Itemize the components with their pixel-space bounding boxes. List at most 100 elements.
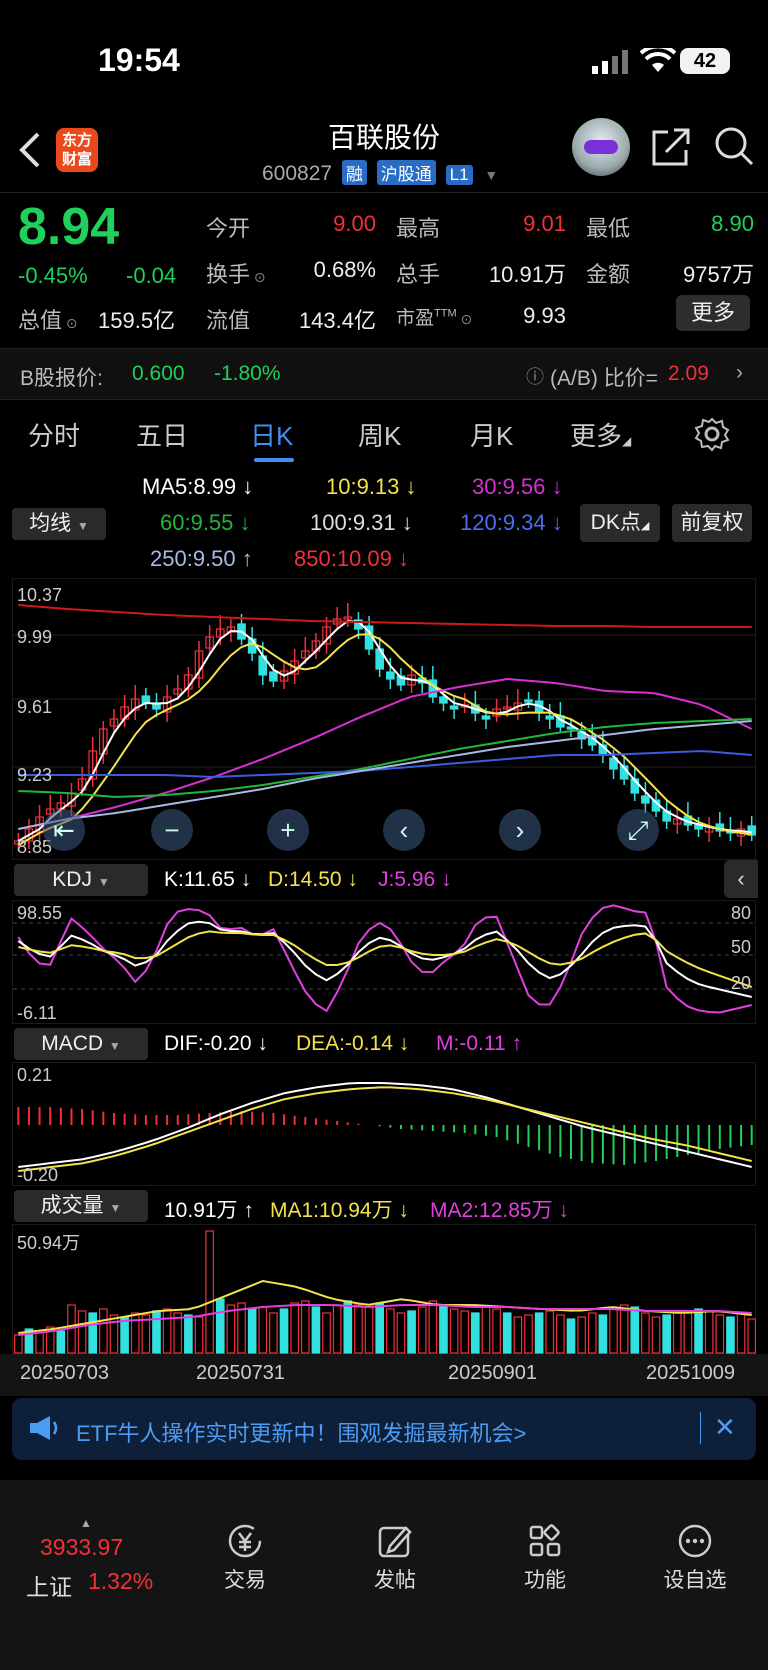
volume-bar <box>88 1312 98 1354</box>
gear-icon[interactable] <box>694 416 730 457</box>
search-icon[interactable] <box>714 126 754 175</box>
scroll-left-button[interactable]: ‹ <box>383 809 425 851</box>
battery-icon: 42 <box>680 48 730 74</box>
help-icon[interactable]: ⓘ <box>526 363 544 389</box>
collapse-panel-button[interactable]: ‹ <box>724 860 758 898</box>
volume-label: 总手 <box>396 262 441 287</box>
last-price: 8.94 <box>18 198 120 256</box>
kline-chart[interactable]: 10.37 9.99 9.61 9.23 8.85 ⇤ − + ‹ › ⤢ <box>12 578 757 860</box>
tab-monthly-k[interactable]: 月K <box>470 416 513 453</box>
tab-intraday[interactable]: 分时 <box>28 416 80 453</box>
volume-bar <box>35 1332 44 1354</box>
volume-bar <box>77 1310 87 1354</box>
volume-bar <box>385 1308 395 1354</box>
nav-functions[interactable]: 功能 <box>490 1522 600 1594</box>
volume-bar <box>99 1308 108 1354</box>
assistant-robot-icon[interactable] <box>572 118 630 176</box>
candle-body <box>439 696 448 704</box>
candle-body <box>269 671 278 682</box>
nav-trade[interactable]: 交易 <box>190 1522 300 1594</box>
kdj-level-80: 80 <box>730 903 751 923</box>
change-pct: -0.45% <box>18 263 88 288</box>
kdj-d: D:14.50 ↓ <box>268 868 358 891</box>
tab-daily-k[interactable]: 日K <box>250 416 293 453</box>
kdj-selector[interactable]: KDJ ▼ <box>14 864 148 896</box>
macd-selector[interactable]: MACD ▼ <box>14 1028 148 1060</box>
wifi-icon <box>639 44 677 79</box>
candle-body <box>545 715 555 720</box>
nav-post[interactable]: 发帖 <box>340 1522 450 1594</box>
volume-bar <box>704 1310 714 1354</box>
scroll-start-button[interactable]: ⇤ <box>43 809 85 851</box>
volume-bar <box>545 1310 555 1354</box>
volume-svg <box>13 1230 757 1354</box>
volume-bar <box>364 1306 374 1354</box>
candle-body <box>481 715 491 720</box>
volume-bar <box>513 1316 523 1354</box>
chevron-down-icon: ▼ <box>484 167 499 183</box>
b-share-price: 0.600 <box>132 362 185 385</box>
volume-bar <box>556 1314 565 1354</box>
tab-more[interactable]: 更多◢ <box>570 416 631 453</box>
volume-bar <box>300 1300 310 1354</box>
tab-weekly-k[interactable]: 周K <box>358 416 401 453</box>
volume-chart[interactable]: 50.94万 <box>12 1224 757 1354</box>
volume-selector[interactable]: 成交量 ▼ <box>14 1190 148 1222</box>
turnover-value: 0.68% <box>313 257 376 282</box>
volume-bar <box>258 1306 268 1354</box>
volume-bar <box>587 1312 597 1354</box>
chevron-up-icon: ▲ <box>80 1516 92 1530</box>
index-name[interactable]: 上证 <box>26 1568 72 1602</box>
volume-bar <box>683 1312 693 1354</box>
kdj-j-line <box>17 904 752 1014</box>
zoom-in-button[interactable]: + <box>267 809 309 851</box>
scroll-right-button[interactable]: › <box>499 809 541 851</box>
volume-bar <box>322 1312 331 1354</box>
promo-banner[interactable]: ETF牛人操作实时更新中！围观发掘最新机会> ✕ <box>12 1398 756 1460</box>
nav-watchlist[interactable]: 设自选 <box>640 1522 750 1594</box>
volume-bar <box>226 1304 236 1354</box>
volume-bar <box>279 1308 289 1354</box>
adjust-mode-button[interactable]: 前复权 <box>672 504 752 542</box>
more-dots-icon <box>640 1522 750 1564</box>
index-value[interactable]: 3933.97 <box>40 1534 123 1561</box>
banner-text: ETF牛人操作实时更新中！围观发掘最新机会> <box>76 1421 527 1446</box>
kdj-chart[interactable]: 98.55 -6.11 80 50 20 <box>12 900 757 1024</box>
more-button[interactable]: 更多 <box>676 295 750 331</box>
b-share-label: B股报价: <box>20 367 103 390</box>
zoom-out-button[interactable]: − <box>151 809 193 851</box>
volume-bar <box>619 1304 629 1354</box>
volume-bar <box>609 1308 618 1354</box>
kdj-min: -6.11 <box>17 1003 57 1023</box>
amount-value: 9757万 <box>683 262 754 287</box>
macd-chart[interactable]: 0.21 -0.20 <box>12 1062 756 1186</box>
b-share-bar[interactable]: B股报价: 0.600 -1.80% ⓘ (A/B) 比价= 2.09 › <box>0 348 768 400</box>
ma5-legend: MA5:8.99 ↓ <box>142 474 254 499</box>
tag-connect: 沪股通 <box>376 160 436 185</box>
index-pct[interactable]: 1.32% <box>88 1568 153 1595</box>
dk-point-button[interactable]: DK点◢ <box>580 504 660 542</box>
volume-bar <box>194 1316 204 1354</box>
ma-selector[interactable]: 均线 ▼ <box>12 508 106 540</box>
volume-bar <box>205 1230 214 1354</box>
volume-bar <box>726 1316 735 1354</box>
macd-min: -0.20 <box>17 1165 59 1185</box>
quote-panel: 8.94 -0.45% -0.04 总值 ⊙ 159.5亿 今开 9.00 最高… <box>0 192 768 348</box>
volume-bar <box>630 1306 640 1354</box>
amount-label: 金额 <box>586 262 631 287</box>
ab-ratio-value: 2.09 <box>668 362 709 385</box>
tab-five-day[interactable]: 五日 <box>136 416 188 453</box>
date-label: 20251009 <box>646 1362 735 1384</box>
mcap-label: 总值 ⊙ <box>18 308 78 333</box>
ma30-legend: 30:9.56 ↓ <box>472 474 563 499</box>
share-icon[interactable] <box>650 128 692 177</box>
close-icon[interactable]: ✕ <box>714 1412 736 1443</box>
high-value: 9.01 <box>523 211 566 236</box>
fullscreen-icon[interactable]: ⤢ <box>617 809 659 851</box>
volume-bar <box>375 1302 385 1354</box>
volume-bar <box>662 1314 671 1354</box>
volume-bar <box>428 1300 438 1354</box>
volume-bar <box>715 1314 725 1354</box>
low-value: 8.90 <box>711 211 754 236</box>
float-label: 流值 <box>206 308 251 333</box>
